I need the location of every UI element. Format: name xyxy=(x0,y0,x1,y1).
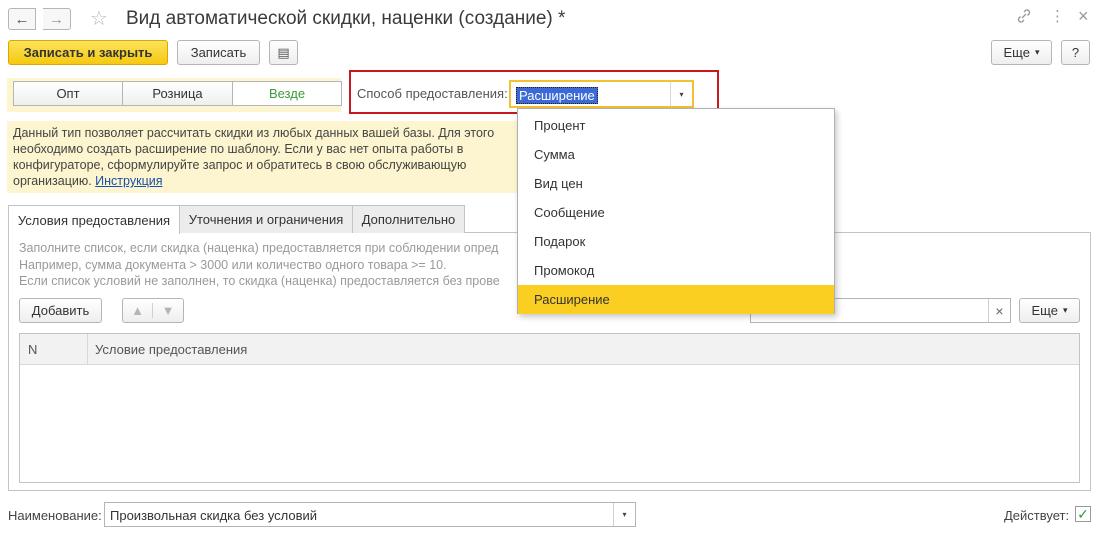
chevron-down-icon[interactable]: ▾ xyxy=(613,503,635,526)
hint-line-1: Заполните список, если скидка (наценка) … xyxy=(19,241,499,255)
add-button[interactable]: Добавить xyxy=(19,298,102,323)
dropdown-option-promocode[interactable]: Промокод xyxy=(518,256,834,285)
dropdown-option-gift[interactable]: Подарок xyxy=(518,227,834,256)
more-menu-icon[interactable]: ⋮ xyxy=(1050,7,1065,25)
link-icon[interactable] xyxy=(1016,8,1032,28)
tab-refinements[interactable]: Уточнения и ограничения xyxy=(179,205,353,233)
chevron-down-icon: ▾ xyxy=(1034,47,1040,57)
chevron-down-icon[interactable]: ▾ xyxy=(670,82,692,106)
instruction-link[interactable]: Инструкция xyxy=(95,174,162,188)
tab-additional[interactable]: Дополнительно xyxy=(352,205,465,233)
save-and-close-button[interactable]: Записать и закрыть xyxy=(8,40,168,65)
table-more-label: Еще xyxy=(1031,303,1058,318)
active-label: Действует: xyxy=(1004,508,1070,523)
chevron-down-icon: ▾ xyxy=(1062,305,1068,315)
dropdown-option-price-type[interactable]: Вид цен xyxy=(518,169,834,198)
column-header-n[interactable]: N xyxy=(28,342,37,357)
hint-line-3: Если список условий не заполнен, то скид… xyxy=(19,274,500,288)
method-value: Расширение xyxy=(516,87,598,104)
tab-conditions[interactable]: Условия предоставления xyxy=(8,205,180,234)
dropdown-option-extension[interactable]: Расширение xyxy=(518,285,834,314)
column-header-condition[interactable]: Условие предоставления xyxy=(95,342,247,357)
method-dropdown-list: Процент Сумма Вид цен Сообщение Подарок … xyxy=(517,108,835,314)
segment-retail[interactable]: Розница xyxy=(122,81,233,106)
column-divider xyxy=(87,334,88,364)
arrow-right-icon: → xyxy=(49,10,64,28)
arrow-down-icon[interactable]: ▼ xyxy=(153,303,183,318)
name-value: Произвольная скидка без условий xyxy=(110,508,318,523)
document-icon[interactable]: ▤ xyxy=(269,40,298,65)
table-header: N Условие предоставления xyxy=(20,334,1079,365)
info-text: Данный тип позволяет рассчитать скидки и… xyxy=(13,126,495,188)
arrow-up-icon[interactable]: ▲ xyxy=(123,303,153,318)
move-buttons[interactable]: ▲ ▼ xyxy=(122,298,184,323)
segment-opt[interactable]: Опт xyxy=(13,81,123,106)
price-type-segment-bar: Опт Розница Везде xyxy=(7,78,342,112)
arrow-left-icon: ← xyxy=(14,10,30,28)
dropdown-option-sum[interactable]: Сумма xyxy=(518,140,834,169)
method-label: Способ предоставления: xyxy=(357,86,508,101)
forward-button[interactable]: → xyxy=(43,8,71,30)
table-more-button[interactable]: Еще ▾ xyxy=(1019,298,1080,323)
window-title: Вид автоматической скидки, наценки (созд… xyxy=(126,8,566,29)
clear-icon[interactable]: × xyxy=(988,299,1010,322)
save-button[interactable]: Записать xyxy=(177,40,260,65)
back-button[interactable]: ← xyxy=(8,8,36,30)
hint-line-2: Например, сумма документа > 3000 или кол… xyxy=(19,258,447,272)
more-button[interactable]: Еще ▾ xyxy=(991,40,1052,65)
name-combobox[interactable]: Произвольная скидка без условий ▾ xyxy=(104,502,636,527)
conditions-table[interactable]: N Условие предоставления xyxy=(19,333,1080,483)
name-label: Наименование: xyxy=(8,508,102,523)
star-icon[interactable]: ☆ xyxy=(90,6,108,31)
active-checkbox[interactable]: ✓ xyxy=(1075,506,1091,522)
method-combobox[interactable]: Расширение ▾ xyxy=(509,80,694,108)
close-icon[interactable]: × xyxy=(1078,6,1089,27)
info-panel: Данный тип позволяет рассчитать скидки и… xyxy=(7,121,517,193)
dropdown-option-percent[interactable]: Процент xyxy=(518,111,834,140)
help-button[interactable]: ? xyxy=(1061,40,1090,65)
dropdown-option-message[interactable]: Сообщение xyxy=(518,198,834,227)
more-label: Еще xyxy=(1003,45,1030,60)
segment-everywhere[interactable]: Везде xyxy=(232,81,342,106)
